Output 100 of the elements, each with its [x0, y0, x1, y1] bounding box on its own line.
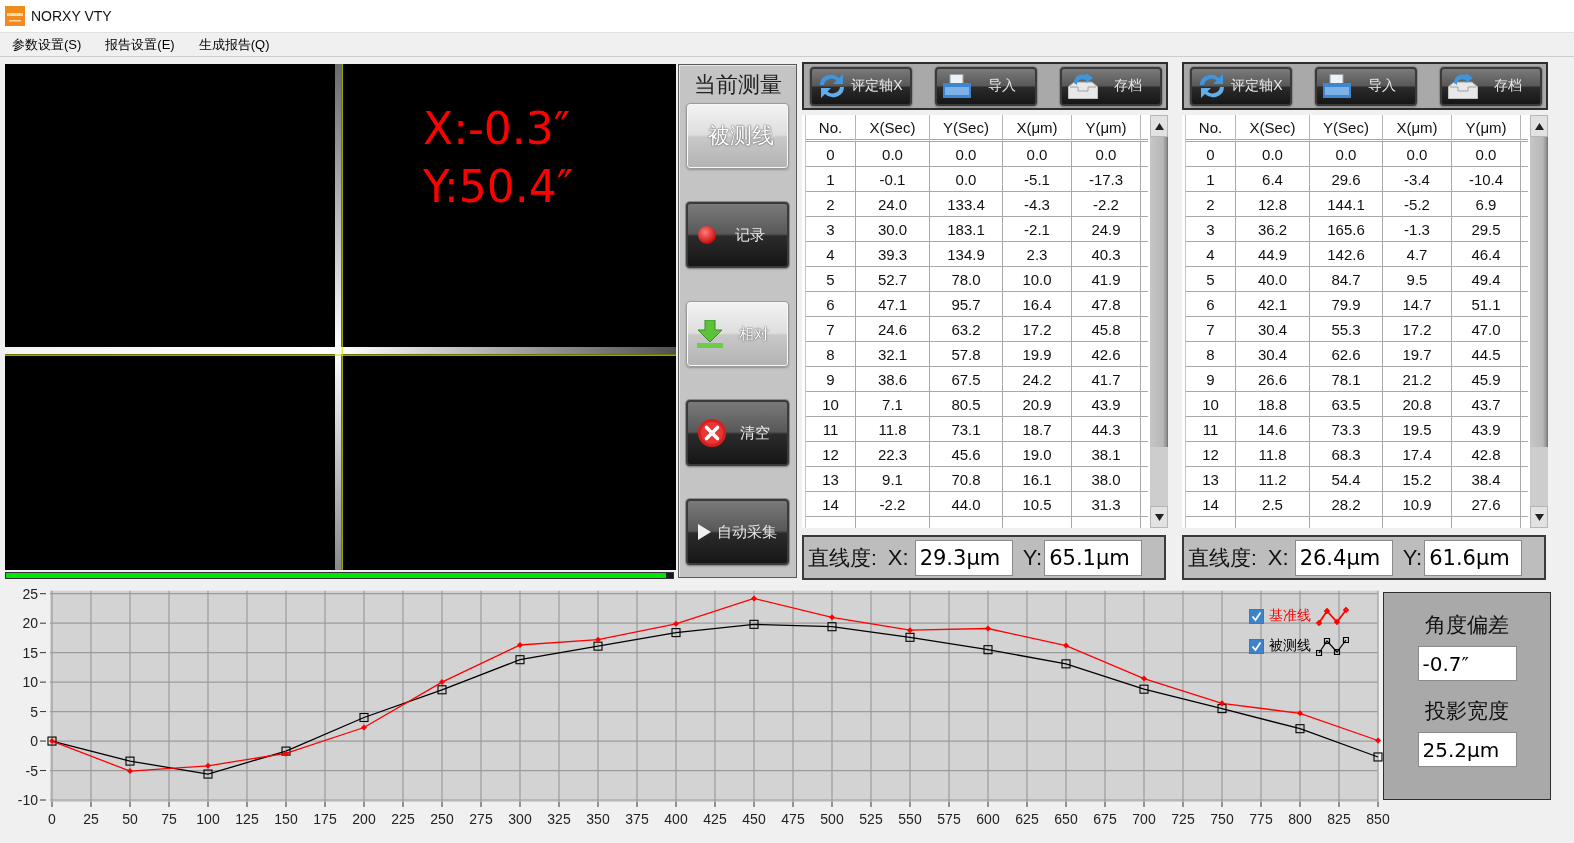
table-cell: 42.1 — [1236, 292, 1310, 317]
menu-item[interactable]: 参数设置(S) — [6, 33, 88, 56]
x-label: X: — [887, 544, 909, 571]
column-header: No. — [806, 115, 856, 142]
axis-tick-label: -5 — [25, 762, 38, 779]
table-cell: 11.2 — [1236, 467, 1310, 492]
value-field[interactable]: 61.6μm — [1424, 539, 1523, 576]
value-field[interactable]: 26.4μm — [1294, 539, 1393, 576]
table-cell: 41.9 — [1072, 267, 1141, 292]
window-title: NORXY VTY — [31, 8, 112, 24]
angle-label: 角度偏差 — [1425, 612, 1509, 638]
table-cell: 7 — [806, 317, 856, 342]
data-point — [1295, 724, 1305, 734]
table-cell: 0.0 — [1383, 142, 1452, 167]
table-cell: 24.0 — [856, 192, 930, 217]
toolbar-button[interactable]: 存档 — [1060, 66, 1162, 106]
toolbar-button[interactable]: 评定轴X — [810, 66, 912, 106]
table-cell: 40.3 — [1072, 242, 1141, 267]
table-cell: 10 — [806, 392, 856, 417]
axis-tick-label: 15 — [22, 644, 38, 661]
column-header: X(Sec) — [1236, 115, 1310, 142]
value-field[interactable]: 65.1μm — [1044, 539, 1143, 576]
scroll-down-button[interactable] — [1530, 506, 1548, 528]
column-header: Y(μm) — [1452, 115, 1521, 142]
data-point — [983, 645, 993, 655]
table-cell: 29.5 — [1452, 217, 1521, 242]
table-cell: 41.7 — [1072, 367, 1141, 392]
table-cell: 0.0 — [1236, 142, 1310, 167]
data-point — [127, 768, 133, 775]
measure-button[interactable]: 清空 — [686, 400, 789, 466]
up-arrow-icon — [1534, 122, 1544, 130]
table-cell: 73.1 — [930, 417, 1003, 442]
table-cell: 30.0 — [856, 217, 930, 242]
table-cell: 16.1 — [1003, 467, 1072, 492]
measure-button[interactable]: 被测线 — [686, 103, 789, 169]
toolbar-button[interactable]: 评定轴X — [1190, 66, 1292, 106]
data-point — [751, 595, 757, 602]
table-cell: 78.1 — [1310, 367, 1383, 392]
document-box-icon — [1323, 74, 1351, 98]
measure-button[interactable]: 相对 — [686, 301, 789, 367]
table-cell: 10.0 — [1003, 267, 1072, 292]
axis-tick-label: 600 — [976, 811, 1000, 827]
table-cell: 3 — [806, 217, 856, 242]
scrollbar-thumb[interactable] — [1150, 137, 1168, 447]
axis-tick-label: 325 — [547, 811, 571, 827]
table-cell: 44.3 — [1072, 417, 1141, 442]
table-cell: 21.2 — [1383, 367, 1452, 392]
toolbar-button[interactable]: 存档 — [1440, 66, 1542, 106]
table-cell: 20.9 — [1003, 392, 1072, 417]
table-cell: 0.0 — [930, 142, 1003, 167]
data-point — [1061, 659, 1071, 669]
table-cell: 144.1 — [1310, 192, 1383, 217]
table-cell: 45.8 — [1072, 317, 1141, 342]
menu-item[interactable]: 报告设置(E) — [99, 33, 181, 56]
value-field[interactable]: 29.3μm — [914, 539, 1013, 576]
table-cell: -1.3 — [1383, 217, 1452, 242]
table-cell: 6.9 — [1452, 192, 1521, 217]
table-cell: 14.7 — [1383, 292, 1452, 317]
axis-tick-label: 300 — [508, 811, 532, 827]
table-cell: 8 — [806, 342, 856, 367]
table-cell: 42.6 — [1072, 342, 1141, 367]
legend-label: 被测线 — [1269, 637, 1311, 655]
table-cell: -2.1 — [1003, 217, 1072, 242]
scrollbar[interactable] — [1150, 115, 1168, 528]
value-field[interactable]: -0.7″ — [1417, 646, 1517, 681]
data-point — [1373, 752, 1383, 762]
table-cell: 7 — [1186, 317, 1236, 342]
scroll-down-button[interactable] — [1150, 506, 1168, 528]
inbox-arrow-icon — [1448, 73, 1478, 99]
measure-button[interactable]: 自动采集 — [686, 499, 789, 565]
table-cell: 51.1 — [1452, 292, 1521, 317]
data-point — [1139, 684, 1149, 694]
table-cell: 1 — [1186, 167, 1236, 192]
scroll-up-button[interactable] — [1530, 115, 1548, 137]
table-cell: 1 — [806, 167, 856, 192]
table-cell: 7.1 — [856, 392, 930, 417]
menu-item[interactable]: 生成报告(Q) — [192, 33, 276, 56]
up-arrow-icon — [1154, 122, 1164, 130]
table-cell: 4 — [806, 242, 856, 267]
axis-tick-label: 475 — [781, 811, 805, 827]
table-cell: 0.0 — [1003, 142, 1072, 167]
scroll-up-button[interactable] — [1150, 115, 1168, 137]
table-cell: 45.9 — [1452, 367, 1521, 392]
axis-tick-label: 625 — [1015, 811, 1039, 827]
inbox-arrow-icon — [1068, 73, 1098, 99]
toolbar-button[interactable]: 导入 — [935, 66, 1037, 106]
table-cell: -0.1 — [856, 167, 930, 192]
table-cell: 17.2 — [1383, 317, 1452, 342]
toolbar-button[interactable]: 导入 — [1315, 66, 1417, 106]
measure-button[interactable]: 记录 — [686, 202, 789, 268]
table-cell: 8 — [1186, 342, 1236, 367]
table-cell: 19.5 — [1383, 417, 1452, 442]
value-field[interactable]: 25.2μm — [1417, 732, 1517, 767]
scrollbar[interactable] — [1530, 115, 1548, 528]
table-cell: 47.1 — [856, 292, 930, 317]
y-label: Y: — [1402, 544, 1423, 571]
table-cell: 183.1 — [930, 217, 1003, 242]
scrollbar-thumb[interactable] — [1530, 137, 1548, 447]
axis-tick-label: 675 — [1093, 811, 1117, 827]
play-icon — [698, 524, 711, 540]
